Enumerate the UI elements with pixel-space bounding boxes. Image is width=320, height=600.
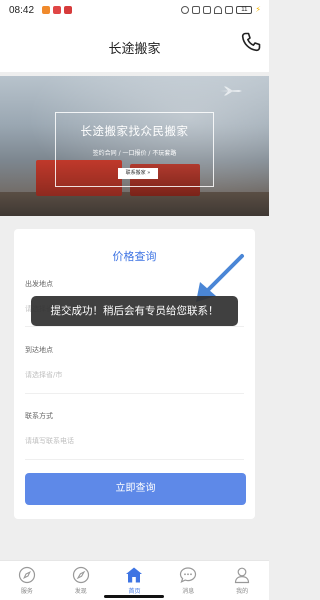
nav-item-messages[interactable]: 消息 xyxy=(161,561,215,600)
chat-icon xyxy=(180,567,197,583)
app-icon-red xyxy=(64,6,72,14)
divider xyxy=(25,393,244,394)
destination-label: 到达地点 xyxy=(25,346,53,354)
submit-query-button[interactable]: 立即查询 xyxy=(25,473,246,505)
nav-item-service[interactable]: 服务 xyxy=(0,561,54,600)
status-right-icons: 11 ⚡ xyxy=(181,5,261,14)
nav-label: 首页 xyxy=(128,588,141,595)
app-header: 长途搬家 xyxy=(0,22,269,72)
destination-field[interactable] xyxy=(25,371,244,379)
app-icon-red xyxy=(53,6,61,14)
alarm-icon xyxy=(181,5,190,14)
banner-text-frame: 长途搬家找众民搬家 签约合同 / 一口报价 / 不玩套路 联系搬家 » xyxy=(55,112,214,187)
nav-item-discover[interactable]: 发现 xyxy=(54,561,108,600)
nav-label: 发现 xyxy=(74,588,87,595)
status-time: 08:42 xyxy=(9,5,35,16)
app-icon-orange xyxy=(42,6,50,14)
home-icon xyxy=(126,567,143,583)
phone-icon[interactable] xyxy=(239,30,263,54)
departure-label: 出发地点 xyxy=(25,280,53,288)
battery-icon: 11 xyxy=(236,5,253,14)
divider xyxy=(25,459,244,460)
nav-label: 我的 xyxy=(236,588,249,595)
user-icon xyxy=(234,567,250,584)
page-title: 长途搬家 xyxy=(108,42,161,57)
discover-icon xyxy=(72,566,89,584)
gesture-bar xyxy=(104,595,164,598)
phone-field[interactable] xyxy=(25,437,244,445)
wifi-icon xyxy=(214,5,223,14)
charging-icon: ⚡ xyxy=(255,5,261,14)
hd-icon xyxy=(203,5,212,14)
hero-banner[interactable]: 长途搬家找众民搬家 签约合同 / 一口报价 / 不玩套路 联系搬家 » xyxy=(0,76,269,216)
nav-label: 服务 xyxy=(20,588,33,595)
status-notification-icons xyxy=(42,6,72,14)
contact-moving-button[interactable]: 联系搬家 » xyxy=(118,168,158,179)
signal-icon xyxy=(225,5,234,14)
bottom-nav: 服务 发现 首页 消息 我的 xyxy=(0,560,269,600)
nav-item-mine[interactable]: 我的 xyxy=(215,561,269,600)
status-bar: 08:42 11 ⚡ xyxy=(0,0,269,22)
vibrate-icon xyxy=(192,5,201,14)
banner-title: 长途搬家找众民搬家 xyxy=(80,124,189,138)
compass-icon xyxy=(18,566,35,584)
airplane-icon xyxy=(220,86,242,96)
contact-label: 联系方式 xyxy=(25,412,53,420)
success-toast: 提交成功！稍后会有专员给您联系！ xyxy=(31,296,238,326)
banner-subtitle: 签约合同 / 一口报价 / 不玩套路 xyxy=(92,150,177,157)
nav-label: 消息 xyxy=(182,588,195,595)
divider xyxy=(25,326,244,327)
